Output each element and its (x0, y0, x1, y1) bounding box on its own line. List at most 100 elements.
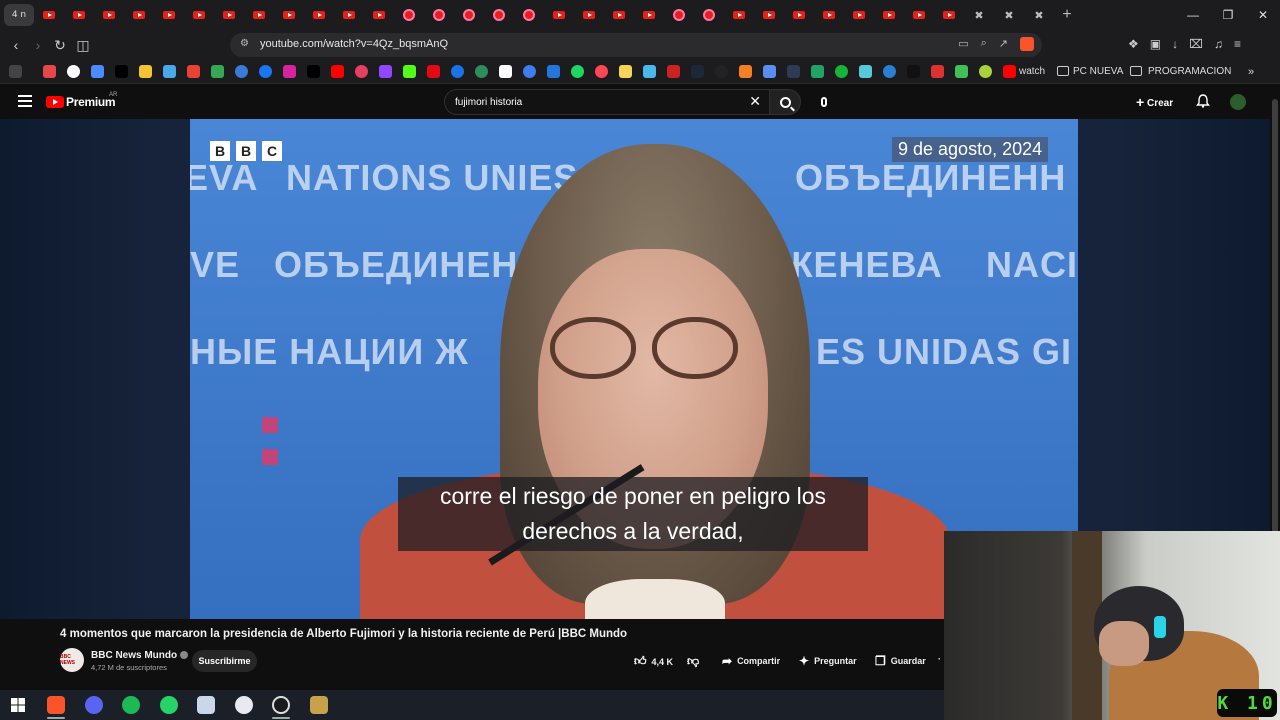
bookmark-icon[interactable] (811, 65, 824, 78)
bookmark-icon[interactable] (979, 65, 992, 78)
more-bookmarks-icon[interactable]: » (1248, 66, 1254, 78)
bookmark-icon[interactable] (955, 65, 968, 78)
bookmark-icon[interactable] (139, 65, 152, 78)
notepad-icon[interactable] (197, 696, 215, 714)
netflix-icon[interactable] (427, 65, 440, 78)
bookmark-icon[interactable] (475, 65, 488, 78)
youtube-icon[interactable] (1003, 65, 1016, 78)
more-actions-icon[interactable]: · (938, 654, 941, 664)
tab-recording[interactable] (454, 4, 484, 26)
download-icon[interactable]: ↓ (1172, 37, 1178, 51)
bookmark-icon[interactable] (523, 65, 536, 78)
tab-youtube[interactable] (94, 4, 124, 26)
bookmark-icon[interactable] (451, 65, 464, 78)
kick-icon[interactable] (403, 65, 416, 78)
zoom-icon[interactable]: ⌕ (981, 37, 987, 51)
x-icon[interactable] (307, 65, 320, 78)
bookmark-icon[interactable] (499, 65, 512, 78)
search-query[interactable]: fujimori historia (455, 97, 522, 108)
youtube-premium-label[interactable]: Premium (66, 95, 116, 109)
tab-youtube[interactable] (724, 4, 754, 26)
close-window-button[interactable]: ✕ (1246, 0, 1280, 30)
subscribe-button[interactable]: Suscribirme (192, 650, 257, 672)
tab-muted[interactable]: ✖ (994, 4, 1024, 26)
windows-start-icon[interactable] (9, 696, 27, 714)
search-button[interactable] (769, 89, 801, 115)
spotify-icon[interactable] (122, 696, 140, 714)
like-button[interactable]: 👍︎ 4,4 K (634, 654, 673, 669)
trash-icon[interactable]: ⌧ (1189, 37, 1203, 51)
bookmark-icon[interactable] (547, 65, 560, 78)
instagram-icon[interactable] (283, 65, 296, 78)
bookmark-icon[interactable] (859, 65, 872, 78)
scrollbar-thumb[interactable] (1272, 99, 1278, 579)
bookmark-icon[interactable] (43, 65, 56, 78)
extensions-icon[interactable]: ❖ (1128, 37, 1139, 51)
google-icon[interactable] (67, 65, 80, 78)
bookmark-icon[interactable] (907, 65, 920, 78)
ask-button[interactable]: ✦ Preguntar (799, 654, 857, 668)
bookmark-icon[interactable] (619, 65, 632, 78)
whatsapp-icon[interactable] (160, 696, 178, 714)
bookmark-icon[interactable] (595, 65, 608, 78)
tab-youtube[interactable] (934, 4, 964, 26)
sidebar-toggle-icon[interactable]: ◫ (73, 35, 93, 55)
bookmark-icon[interactable] (883, 65, 896, 78)
tab-youtube[interactable] (304, 4, 334, 26)
maps-icon[interactable] (211, 65, 224, 78)
tab-recording[interactable] (484, 4, 514, 26)
reload-button[interactable]: ↻ (50, 35, 70, 55)
tab-youtube[interactable] (124, 4, 154, 26)
bookmark-icon[interactable] (787, 65, 800, 78)
voice-search-button[interactable] (816, 94, 832, 110)
channel-name-row[interactable]: BBC News Mundo (91, 650, 189, 661)
bookmark-icon[interactable] (235, 65, 248, 78)
tab-youtube[interactable] (274, 4, 304, 26)
clear-search-icon[interactable]: ✕ (749, 93, 761, 110)
league-of-legends-icon[interactable] (310, 696, 328, 714)
brave-browser-icon[interactable] (47, 696, 65, 714)
bookmark-icon[interactable] (835, 65, 848, 78)
tab-youtube[interactable] (754, 4, 784, 26)
minimize-button[interactable]: — (1176, 0, 1210, 30)
site-settings-icon[interactable]: ⚙ (240, 38, 249, 49)
screenshot-icon[interactable]: ▣ (1150, 37, 1161, 51)
forward-button[interactable]: › (28, 35, 48, 55)
steam-icon[interactable] (691, 65, 704, 78)
bookmark-icon[interactable] (931, 65, 944, 78)
tab-youtube[interactable] (784, 4, 814, 26)
bookmark-icon[interactable] (91, 65, 104, 78)
bookmark-icon[interactable] (667, 65, 680, 78)
address-bar[interactable]: ⚙ youtube.com/watch?v=4Qz_bqsmAnQ ▭ ⌕ ↗ (230, 33, 1042, 57)
dislike-button[interactable]: 👎︎ (687, 654, 699, 669)
tab-youtube[interactable] (844, 4, 874, 26)
account-avatar[interactable] (1230, 94, 1246, 110)
create-button[interactable]: + Crear (1136, 94, 1173, 110)
back-button[interactable]: ‹ (6, 35, 26, 55)
share-icon[interactable]: ↗ (999, 37, 1008, 51)
tab-recording[interactable] (394, 4, 424, 26)
tab-youtube[interactable] (214, 4, 244, 26)
tab-youtube[interactable] (634, 4, 664, 26)
tab-youtube[interactable] (814, 4, 844, 26)
youtube-icon[interactable] (331, 65, 344, 78)
menu-icon[interactable]: ≡ (1234, 37, 1241, 51)
restore-button[interactable]: ❐ (1211, 0, 1245, 30)
twitch-icon[interactable] (379, 65, 392, 78)
bookmark-folder-pc-nueva[interactable]: PC NUEVA (1073, 66, 1123, 77)
tab-youtube[interactable] (874, 4, 904, 26)
discord-icon[interactable] (85, 696, 103, 714)
new-tab-button[interactable]: + (1054, 6, 1080, 24)
facebook-icon[interactable] (259, 65, 272, 78)
tab-youtube[interactable] (64, 4, 94, 26)
tab-recording[interactable] (694, 4, 724, 26)
bookmark-icon[interactable] (643, 65, 656, 78)
tab-youtube[interactable] (544, 4, 574, 26)
media-icon[interactable]: ♫ (1214, 37, 1223, 51)
tab-youtube[interactable] (904, 4, 934, 26)
search-input[interactable]: fujimori historia ✕ (444, 89, 770, 115)
tab-youtube[interactable] (574, 4, 604, 26)
tab-youtube[interactable] (184, 4, 214, 26)
tab-youtube[interactable] (34, 4, 64, 26)
bookmark-folder-programacion[interactable]: PROGRAMACION (1148, 66, 1231, 77)
